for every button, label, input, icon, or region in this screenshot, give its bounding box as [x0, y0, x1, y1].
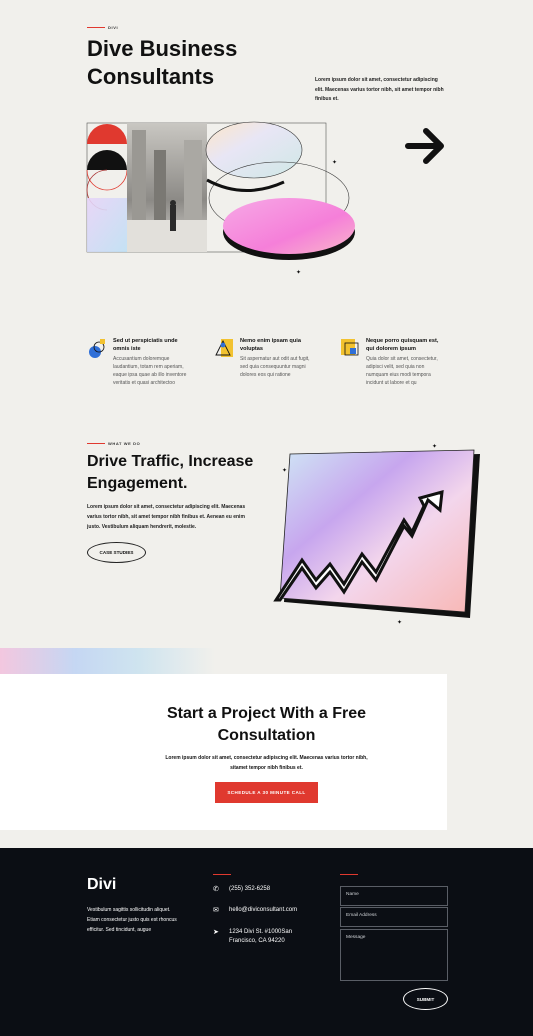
feature-1-title-line1: Sed ut perspiciatis unde: [113, 338, 178, 344]
feature-1-text-3: eaque ipsa quae ab illo inventore: [113, 372, 187, 378]
feature-2-icon: [215, 339, 233, 357]
footer-email[interactable]: hello@diviconsultant.com: [229, 907, 297, 913]
feature-2-text-1: Sit aspernatur aut odit aut fugit,: [240, 356, 310, 362]
feature-2-title-line2: voluptas: [240, 346, 264, 352]
next-arrow-icon[interactable]: [404, 126, 448, 166]
traffic-text-line1: Lorem ipsum dolor sit amet, consectetur …: [87, 504, 246, 510]
traffic-text-line3: justo. Vestibulum aliquam hendrerit, mol…: [87, 523, 197, 530]
traffic-text-line2: varius tortor nibh, sit amet tempor nibh…: [87, 514, 245, 520]
svg-text:✦: ✦: [332, 159, 337, 166]
hero-eyebrow: DIVI: [108, 25, 119, 30]
feature-2-title-line1: Nemo enim ipsam quia: [240, 338, 301, 344]
footer-logo[interactable]: Divi: [87, 876, 116, 894]
schedule-call-button[interactable]: SCHEDULE A 30 MINUTE CALL: [215, 782, 318, 803]
feature-3-text-2: adipisci velit, sed quia non: [366, 364, 425, 370]
hero-title-line1: Dive Business: [87, 36, 238, 61]
hero-title-line2: Consultants: [87, 64, 215, 89]
phone-icon: ✆: [213, 886, 219, 893]
footer-phone[interactable]: (255) 352-6258: [229, 886, 270, 892]
submit-button[interactable]: SUBMIT: [403, 988, 448, 1010]
feature-3-title-line1: Neque porro quisquam est,: [366, 338, 439, 344]
svg-text:✦: ✦: [296, 269, 301, 276]
message-field[interactable]: Message: [340, 929, 448, 981]
mail-icon: ✉: [213, 907, 219, 914]
traffic-eyebrow-line: [87, 443, 105, 444]
feature-3-text-4: incidunt ut labore et qu: [366, 380, 417, 386]
feature-2-text-2: sed quia consequuntur magni: [240, 364, 306, 370]
feature-1-text-2: laudantium, totam rem aperiam,: [113, 364, 184, 370]
footer: Divi Vestibulum sagittis sollicitudin al…: [0, 848, 533, 1036]
hero-collage-illustration: ✦ ✦: [86, 121, 355, 276]
growth-chart-illustration: ✦ ✦ ✦: [273, 443, 480, 626]
message-placeholder: Message: [346, 935, 366, 940]
traffic-eyebrow: WHAT WE DO: [108, 441, 141, 446]
traffic-title-line1: Drive Traffic, Increase: [87, 453, 254, 470]
footer-about-line2: Etiam consectetur justo quis est rhoncus: [87, 917, 177, 923]
email-field[interactable]: Email Address: [340, 907, 448, 927]
feature-1-text-1: Accusantium doloremque: [113, 356, 170, 362]
footer-contact-line: [213, 874, 231, 875]
feature-1-text-4: veritatis et quasi architectoo: [113, 380, 175, 386]
footer-about-line1: Vestibulum sagittis sollicitudin aliquet…: [87, 907, 171, 913]
email-placeholder: Email Address: [346, 913, 377, 918]
svg-text:✦: ✦: [397, 619, 402, 626]
cta-text-line1: Lorem ipsum dolor sit amet, consectetur …: [165, 755, 368, 761]
cta-card: Start a Project With a Free Consultation…: [0, 674, 447, 830]
feature-3-text-3: numquam eius modi tempora: [366, 372, 431, 378]
hero-text-line2: elit. Maecenas varius tortor nibh, sit a…: [315, 86, 444, 93]
location-icon: ➤: [213, 929, 219, 936]
name-placeholder: Name: [346, 892, 359, 897]
hero-text-line3: finibus et.: [315, 96, 339, 102]
feature-1-title-line2: omnis iste: [113, 346, 141, 352]
footer-about-line3: efficitur. Sed tincidunt, augue: [87, 927, 152, 933]
feature-3-text-1: Quia dolor sit amet, consectetur,: [366, 356, 438, 362]
svg-text:✦: ✦: [432, 443, 437, 450]
name-field[interactable]: Name: [340, 886, 448, 906]
hero-text-line1: Lorem ipsum dolor sit amet, consectetur …: [315, 77, 438, 83]
case-studies-button[interactable]: CASE STUDIES: [87, 542, 146, 563]
hero-eyebrow-line: [87, 27, 105, 28]
footer-address-line2: Francisco, CA 94220: [229, 937, 285, 944]
cta-title-line2: Consultation: [217, 727, 316, 744]
traffic-title-line2: Engagement.: [87, 475, 188, 492]
cta-text-line2: sitamet tempor nibh finibus et.: [230, 764, 303, 771]
footer-form-line: [340, 874, 358, 875]
gradient-strip: [0, 648, 215, 674]
feature-3-title-line2: qui dolorem ipsum: [366, 346, 417, 352]
svg-text:✦: ✦: [282, 467, 287, 474]
feature-1-icon: [89, 339, 105, 358]
feature-2-text-3: dolores eos qui ratione: [240, 372, 291, 378]
cta-title-line1: Start a Project With a Free: [166, 705, 367, 722]
footer-address-line1: 1234 Divi St. #1000San: [229, 929, 293, 935]
feature-3-icon: [341, 339, 359, 356]
